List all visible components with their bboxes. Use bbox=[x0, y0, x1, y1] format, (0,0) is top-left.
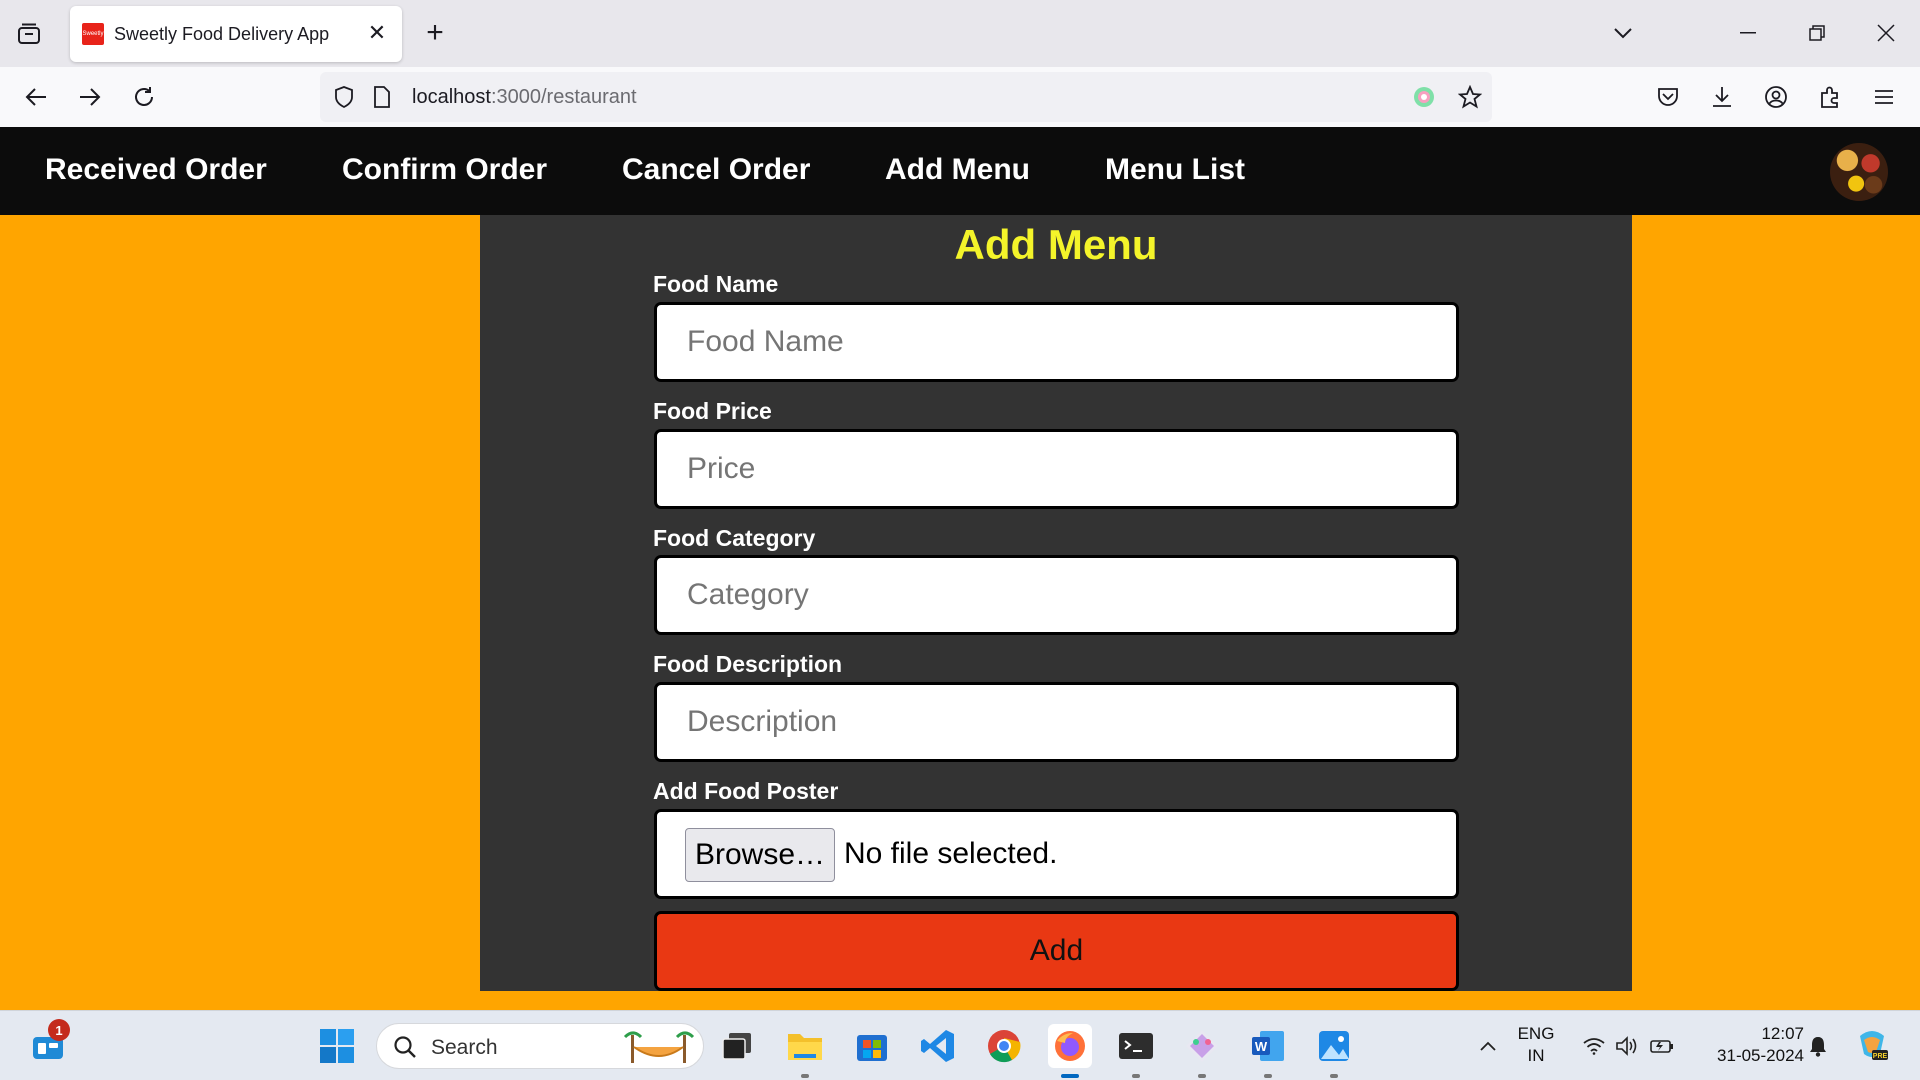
food-description-label: Food Description bbox=[653, 651, 843, 677]
new-tab-icon[interactable]: + bbox=[420, 16, 450, 49]
avatar[interactable] bbox=[1830, 143, 1888, 201]
page-info-icon[interactable] bbox=[366, 81, 398, 113]
language-indicator[interactable]: ENG IN bbox=[1508, 1023, 1564, 1067]
word-icon[interactable]: W bbox=[1246, 1024, 1290, 1078]
svg-text:PRE: PRE bbox=[1873, 1053, 1888, 1060]
nav-add-menu[interactable]: Add Menu bbox=[885, 153, 1030, 187]
food-poster-label: Add Food Poster bbox=[653, 778, 839, 804]
nav-confirm-order[interactable]: Confirm Order bbox=[342, 153, 547, 187]
chrome-icon[interactable] bbox=[982, 1024, 1026, 1068]
firefox-icon[interactable] bbox=[1048, 1024, 1092, 1078]
url-path: :3000/restaurant bbox=[490, 86, 637, 108]
running-indicator bbox=[1330, 1074, 1338, 1078]
add-button[interactable]: Add bbox=[654, 911, 1459, 991]
browser-navigation-bar: localhost:3000/restaurant bbox=[0, 67, 1920, 127]
clock-time: 12:07 bbox=[1761, 1024, 1804, 1043]
photos-icon[interactable] bbox=[1312, 1024, 1356, 1078]
tracking-protection-shield-icon[interactable] bbox=[328, 81, 360, 113]
search-icon bbox=[393, 1035, 417, 1064]
nav-cancel-order[interactable]: Cancel Order bbox=[622, 153, 810, 187]
browser-tab-bar: Sweetly Sweetly Food Delivery App ✕ + bbox=[0, 0, 1920, 67]
running-indicator bbox=[801, 1074, 809, 1078]
food-category-label: Food Category bbox=[653, 525, 816, 551]
terminal-icon[interactable] bbox=[1114, 1024, 1158, 1078]
browser-tab-active[interactable]: Sweetly Sweetly Food Delivery App ✕ bbox=[70, 6, 402, 62]
back-icon[interactable] bbox=[20, 81, 52, 113]
tab-favicon-icon: Sweetly bbox=[82, 23, 104, 45]
app-header: Received Order Confirm Order Cancel Orde… bbox=[0, 127, 1920, 215]
clock[interactable]: 12:07 31-05-2024 bbox=[1690, 1023, 1804, 1067]
nav-received-order[interactable]: Received Order bbox=[45, 153, 267, 187]
forward-icon[interactable] bbox=[74, 81, 106, 113]
battery-icon[interactable] bbox=[1640, 1024, 1684, 1068]
snipping-tool-icon[interactable] bbox=[1180, 1024, 1224, 1078]
file-explorer-icon[interactable] bbox=[783, 1024, 827, 1078]
extensions-puzzle-icon[interactable] bbox=[1814, 81, 1846, 113]
food-price-label: Food Price bbox=[653, 398, 772, 424]
nav-menu-list[interactable]: Menu List bbox=[1105, 153, 1245, 187]
search-placeholder: Search bbox=[431, 1036, 498, 1059]
svg-text:W: W bbox=[1255, 1039, 1268, 1054]
url-text[interactable]: localhost:3000/restaurant bbox=[412, 86, 637, 109]
add-menu-panel: Add Menu Food Name Food Price Food Categ… bbox=[480, 215, 1632, 991]
close-window-icon[interactable] bbox=[1866, 14, 1906, 52]
url-host: localhost bbox=[412, 86, 491, 108]
vscode-icon[interactable] bbox=[916, 1024, 960, 1068]
copilot-icon[interactable]: PRE bbox=[1850, 1024, 1894, 1068]
windows-taskbar: 1 Search W ENG IN 12:07 31-05-2024 PRE bbox=[0, 1010, 1920, 1080]
show-hidden-icons-chevron-icon[interactable] bbox=[1466, 1024, 1510, 1068]
running-indicator bbox=[1061, 1074, 1079, 1078]
running-indicator bbox=[1132, 1074, 1140, 1078]
page-title: Add Menu bbox=[954, 221, 1158, 268]
list-all-tabs-icon[interactable] bbox=[14, 20, 44, 48]
food-poster-file-input[interactable]: Browse… No file selected. bbox=[654, 809, 1459, 899]
downloads-icon[interactable] bbox=[1706, 81, 1738, 113]
restore-window-icon[interactable] bbox=[1797, 14, 1837, 52]
account-icon[interactable] bbox=[1760, 81, 1792, 113]
chevron-down-icon[interactable] bbox=[1608, 18, 1638, 48]
language-code: ENG bbox=[1517, 1024, 1555, 1043]
region-code: IN bbox=[1527, 1046, 1545, 1065]
running-indicator bbox=[1264, 1074, 1272, 1078]
food-category-input[interactable] bbox=[654, 555, 1459, 635]
pocket-icon[interactable] bbox=[1652, 81, 1684, 113]
food-name-input[interactable] bbox=[654, 302, 1459, 382]
running-indicator bbox=[1198, 1074, 1206, 1078]
clock-date: 31-05-2024 bbox=[1717, 1046, 1804, 1065]
widgets-badge: 1 bbox=[48, 1019, 70, 1041]
food-description-input[interactable] bbox=[654, 682, 1459, 762]
address-bar[interactable]: localhost:3000/restaurant bbox=[320, 72, 1492, 122]
taskbar-search-box[interactable]: Search bbox=[376, 1023, 704, 1069]
task-view-icon[interactable] bbox=[715, 1024, 759, 1068]
reload-icon[interactable] bbox=[128, 81, 160, 113]
close-tab-icon[interactable]: ✕ bbox=[364, 20, 390, 46]
file-status-text: No file selected. bbox=[844, 837, 1058, 870]
notification-bell-icon[interactable] bbox=[1796, 1024, 1840, 1068]
windows-start-icon[interactable] bbox=[315, 1024, 359, 1068]
food-price-input[interactable] bbox=[654, 429, 1459, 509]
hamburger-menu-icon[interactable] bbox=[1868, 81, 1900, 113]
food-name-label: Food Name bbox=[653, 271, 779, 297]
microsoft-store-icon[interactable] bbox=[850, 1024, 894, 1068]
tab-title: Sweetly Food Delivery App bbox=[114, 24, 330, 44]
favicon-text: Sweetly bbox=[82, 31, 104, 37]
minimize-window-icon[interactable] bbox=[1728, 14, 1768, 52]
hammock-highlight-icon bbox=[623, 1027, 695, 1072]
bookmark-star-icon[interactable] bbox=[1454, 81, 1486, 113]
browse-button[interactable]: Browse… bbox=[685, 828, 835, 882]
extension-color-icon[interactable] bbox=[1408, 81, 1440, 113]
